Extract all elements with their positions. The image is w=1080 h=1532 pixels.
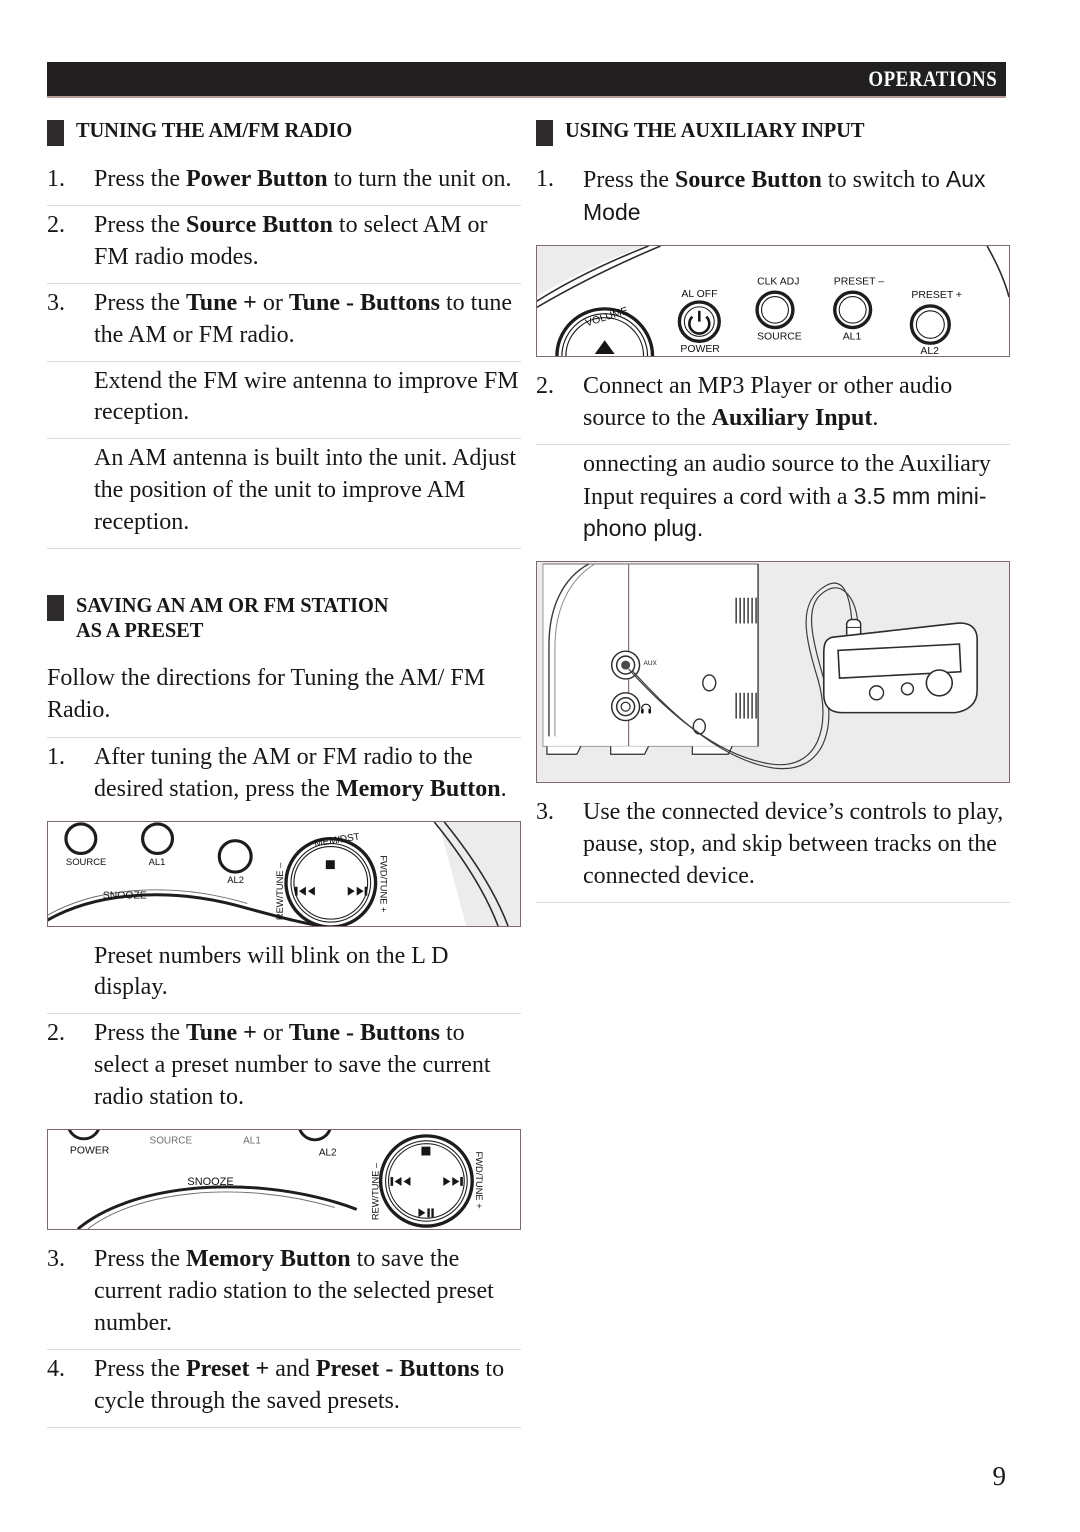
list-item-number: 2.	[47, 211, 65, 238]
divider	[47, 1426, 521, 1428]
section-intro-paragraph: Follow the directions for Tuning the AM/…	[47, 664, 486, 723]
svg-text:POWER: POWER	[70, 1146, 109, 1157]
svg-text:AL1: AL1	[243, 1136, 261, 1147]
svg-text:AL2: AL2	[227, 873, 244, 884]
svg-text:AL2: AL2	[920, 346, 939, 356]
list-item-text: Press the Memory Button to save the curr…	[94, 1246, 494, 1336]
page-header-bar: OPERATIONS	[47, 62, 1006, 98]
svg-text:CLK ADJ: CLK ADJ	[757, 276, 799, 287]
svg-text:AL OFF: AL OFF	[681, 289, 717, 300]
list-item-text: Press the Source Button to switch to Aux…	[583, 166, 986, 225]
section-heading-auxiliary: USING THE AUXILIARY INPUT	[536, 118, 1010, 146]
steps-list-tuning: 1. Press the Power Button to turn the un…	[47, 160, 521, 550]
section-marker-square-icon	[47, 120, 64, 146]
list-item-number: 3.	[536, 799, 554, 826]
svg-text:SOURCE: SOURCE	[757, 331, 802, 342]
list-item: 2. Press the Tune + or Tune - Buttons to…	[47, 1014, 521, 1123]
svg-text:REW/TUNE –: REW/TUNE –	[274, 862, 285, 920]
list-item: 3. Press the Memory Button to save the c…	[47, 1240, 521, 1349]
list-item-text: Press the Tune + or Tune - Buttons to se…	[94, 1020, 491, 1111]
section-marker-square-icon	[47, 595, 64, 622]
figure-aux-connection: AUX	[536, 561, 1010, 784]
list-item-number: 4.	[47, 1355, 65, 1382]
list-item: Extend the FM wire antenna to improve FM…	[47, 362, 521, 439]
list-item-number: 1.	[536, 166, 554, 192]
left-column: TUNING THE AM/FM RADIO 1. Press the Powe…	[47, 118, 521, 1428]
section-title-text: SAVING AN AM OR FM STATION AS A PRESET	[76, 593, 389, 642]
list-item-number: 1.	[47, 166, 65, 192]
list-item-text: Press the Tune + or Tune - Buttons to tu…	[94, 289, 512, 348]
list-item-text: Extend the FM wire antenna to improve FM…	[94, 367, 519, 426]
svg-text:PRESET +: PRESET +	[911, 290, 962, 301]
page-header-title: OPERATIONS	[868, 66, 998, 91]
svg-text:AL2: AL2	[319, 1148, 337, 1159]
figure-control-panel-tune: POWER SOURCE AL1 AL2 SNOOZE REW/TUNE – F…	[47, 1129, 521, 1231]
note-item: onnecting an audio source to the Auxilia…	[536, 445, 1010, 556]
list-item-number: 2.	[536, 372, 554, 399]
section-heading-tuning: TUNING THE AM/FM RADIO	[47, 118, 521, 146]
svg-text:AL1: AL1	[149, 856, 166, 867]
list-item-number: 3.	[47, 1246, 65, 1273]
list-item-text: After tuning the AM or FM radio to the d…	[94, 743, 507, 802]
svg-text:PRESET –: PRESET –	[834, 276, 885, 287]
svg-text:FWD/TUNE +: FWD/TUNE +	[379, 855, 390, 913]
list-item-number: 2.	[47, 1020, 65, 1047]
list-item: 4. Press the Preset + and Preset - Butto…	[47, 1350, 521, 1427]
svg-text:SOURCE: SOURCE	[150, 1136, 193, 1147]
list-item-text: An AM antenna is built into the unit. Ad…	[94, 445, 516, 536]
section-title-text: USING THE AUXILIARY INPUT	[565, 118, 865, 142]
figure-control-panel-memory: SOURCE AL1 AL2 SNOOZE MEM/DST REW/TUNE –…	[47, 820, 521, 927]
list-item-text: Connect an MP3 Player or other audio sou…	[583, 372, 953, 431]
svg-text:REW/TUNE –: REW/TUNE –	[371, 1162, 381, 1220]
list-item: 3. Use the connected device’s controls t…	[536, 793, 1010, 902]
svg-text:AUX: AUX	[644, 660, 658, 667]
section-title-text: TUNING THE AM/FM RADIO	[76, 118, 353, 142]
svg-text:AL1: AL1	[843, 331, 862, 342]
list-item: An AM antenna is built into the unit. Ad…	[47, 439, 521, 548]
divider	[536, 902, 1010, 904]
svg-text:SNOOZE: SNOOZE	[103, 890, 147, 901]
page-number: 9	[992, 1461, 1007, 1491]
section-marker-square-icon	[536, 120, 553, 146]
figure-front-panel-source: VOLUME AL OFF POWER CLK ADJ SOURCE PRESE…	[536, 244, 1010, 357]
right-column: USING THE AUXILIARY INPUT 1. Press the S…	[536, 118, 1010, 904]
list-item-text: Use the connected device’s controls to p…	[583, 799, 1004, 890]
svg-text:POWER: POWER	[680, 344, 720, 355]
list-item-text: Press the Preset + and Preset - Buttons …	[94, 1355, 505, 1414]
list-item: 1. Press the Source Button to switch to …	[536, 160, 1010, 239]
note-text: Preset numbers will blink on the L D dis…	[94, 942, 449, 1001]
list-item: 2. Connect an MP3 Player or other audio …	[536, 367, 1010, 444]
svg-text:FWD/TUNE +: FWD/TUNE +	[474, 1152, 484, 1210]
svg-text:SNOOZE: SNOOZE	[187, 1176, 233, 1188]
list-item: 1. After tuning the AM or FM radio to th…	[47, 738, 521, 815]
list-item-number: 3.	[47, 289, 65, 316]
list-item-number: 1.	[47, 743, 65, 770]
svg-text:SOURCE: SOURCE	[66, 856, 106, 867]
note-text: onnecting an audio source to the Auxilia…	[583, 449, 1010, 547]
note-item: Preset numbers will blink on the L D dis…	[47, 937, 521, 1014]
list-item: 2. Press the Source Button to select AM …	[47, 206, 521, 283]
list-item-text: Press the Source Button to select AM or …	[94, 211, 488, 270]
list-item-text: Press the Power Button to turn the unit …	[94, 166, 512, 192]
list-item: 3. Press the Tune + or Tune - Buttons to…	[47, 284, 521, 361]
section-heading-saving-preset: SAVING AN AM OR FM STATION AS A PRESET	[47, 593, 521, 643]
list-item: 1. Press the Power Button to turn the un…	[47, 160, 521, 205]
